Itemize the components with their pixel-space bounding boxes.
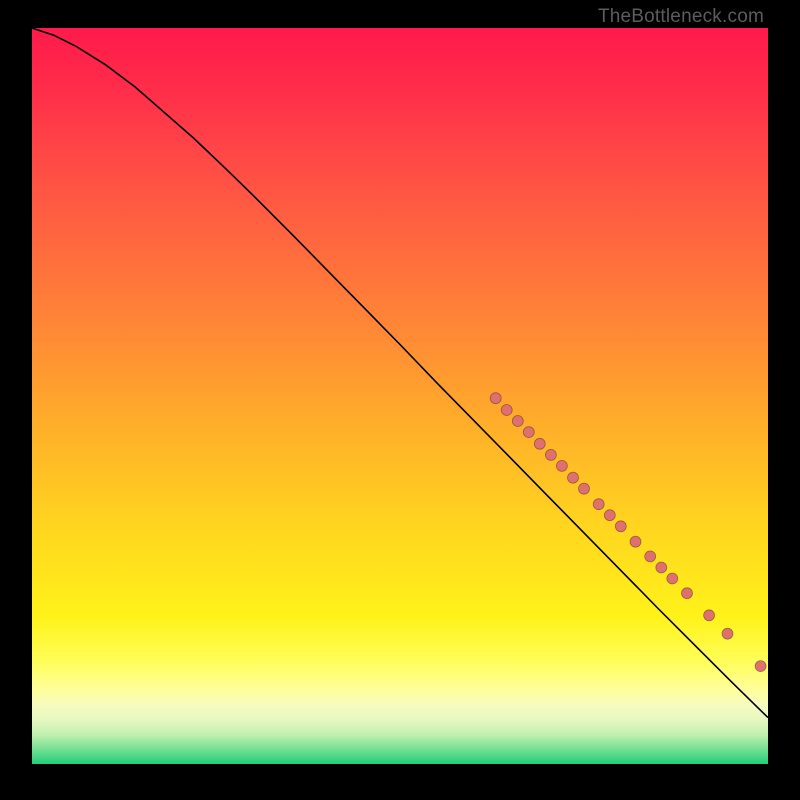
data-point xyxy=(722,628,733,639)
data-point xyxy=(604,510,615,521)
data-point xyxy=(490,393,501,404)
data-point xyxy=(645,551,656,562)
data-point xyxy=(615,521,626,532)
data-point xyxy=(755,661,766,672)
data-point xyxy=(523,427,534,438)
data-point xyxy=(704,610,715,621)
data-point xyxy=(545,449,556,460)
data-point xyxy=(501,405,512,416)
data-point xyxy=(667,573,678,584)
data-point xyxy=(656,562,667,573)
chart-area xyxy=(32,28,768,764)
data-point xyxy=(534,438,545,449)
data-point xyxy=(593,499,604,510)
chart-svg xyxy=(32,28,768,764)
data-point xyxy=(579,483,590,494)
curve-line xyxy=(32,28,768,718)
watermark-text: TheBottleneck.com xyxy=(598,6,764,28)
data-point xyxy=(682,588,693,599)
data-point xyxy=(556,460,567,471)
data-point xyxy=(512,416,523,427)
data-point xyxy=(568,472,579,483)
data-points-group xyxy=(490,393,766,672)
data-point xyxy=(630,536,641,547)
